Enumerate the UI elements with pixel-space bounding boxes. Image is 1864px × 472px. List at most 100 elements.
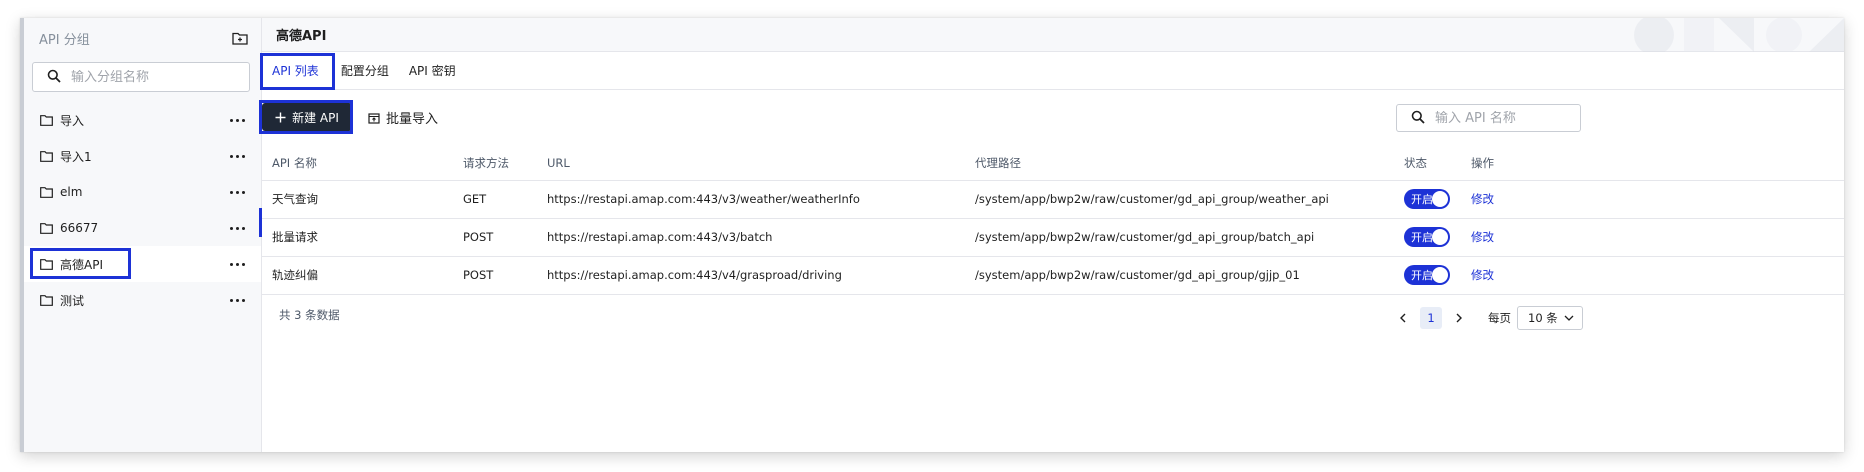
table-row: 批量请求 POST https://restapi.amap.com:443/v…: [262, 218, 1844, 257]
tab-label: 配置分组: [340, 63, 389, 78]
app-window: API 分组 导入 导入1 elm: [20, 18, 1844, 452]
group-label: elm: [60, 185, 83, 199]
page-number[interactable]: 1: [1420, 306, 1442, 329]
sidebar-title: API 分组: [39, 32, 90, 48]
batch-import-button[interactable]: 批量导入: [368, 108, 438, 127]
group-item[interactable]: 导入: [24, 102, 261, 138]
status-toggle[interactable]: 开启: [1404, 227, 1450, 247]
column-header: URL: [547, 146, 975, 181]
table-row: 轨迹纠偏 POST https://restapi.amap.com:443/v…: [262, 256, 1844, 295]
group-item[interactable]: 66677: [24, 210, 261, 246]
action-cell: 修改: [1471, 218, 1844, 257]
column-header: 请求方法: [463, 146, 547, 181]
tab-config-group[interactable]: 配置分组: [331, 52, 399, 90]
api-url: https://restapi.amap.com:443/v3/weather/…: [547, 180, 975, 219]
table-footer: 共 3 条数据 1 每页 10 条: [262, 295, 1844, 341]
search-icon: [47, 68, 61, 87]
edit-link[interactable]: 修改: [1471, 268, 1494, 282]
toggle-knob: [1432, 267, 1448, 283]
group-item-active[interactable]: 高德API: [24, 246, 261, 282]
column-header: 代理路径: [975, 146, 1404, 181]
folder-icon: [40, 186, 53, 198]
more-icon[interactable]: [230, 154, 245, 158]
total-count: 共 3 条数据: [279, 307, 340, 322]
api-search-field[interactable]: [1396, 104, 1581, 132]
group-item[interactable]: 测试: [24, 282, 261, 318]
column-header: API 名称: [262, 146, 463, 181]
main-panel: 高德API API 列表 配置分组 API 密钥 新建 API 批量导入 输入 …: [259, 18, 1844, 452]
group-label: 66677: [60, 221, 99, 235]
group-sidebar: API 分组 导入 导入1 elm: [24, 18, 262, 452]
api-table: API 名称 请求方法 URL 代理路径 状态 操作 天气查询 GET http…: [262, 146, 1844, 295]
api-url: https://restapi.amap.com:443/v4/grasproa…: [547, 256, 975, 295]
pagination: 1 每页 10 条: [1392, 305, 1583, 330]
page-header: 高德API: [262, 18, 1844, 52]
import-icon: [368, 112, 380, 124]
action-cell: 修改: [1471, 256, 1844, 295]
per-page-label: 每页: [1488, 310, 1511, 325]
folder-icon: [40, 114, 53, 126]
status-cell: 开启: [1404, 256, 1471, 295]
batch-import-label: 批量导入: [386, 112, 439, 127]
proxy-path: /system/app/bwp2w/raw/customer/gd_api_gr…: [975, 218, 1404, 257]
edit-link[interactable]: 修改: [1471, 230, 1494, 244]
tab-api-keys[interactable]: API 密钥: [399, 52, 466, 90]
chevron-right-icon[interactable]: [1448, 307, 1470, 329]
toggle-label: 开启: [1411, 231, 1433, 244]
group-item[interactable]: elm: [24, 174, 261, 210]
more-icon[interactable]: [230, 298, 245, 302]
status-toggle[interactable]: 开启: [1404, 265, 1450, 285]
api-name: 批量请求: [262, 218, 463, 257]
column-header: 状态: [1404, 146, 1471, 181]
per-page-value: 10 条: [1528, 310, 1558, 325]
folder-icon: [40, 222, 53, 234]
request-method: GET: [463, 180, 547, 219]
group-item[interactable]: 导入1: [24, 138, 261, 174]
selection-highlight: [260, 52, 335, 90]
page-title: 高德API: [276, 29, 327, 44]
tab-api-list[interactable]: API 列表: [260, 52, 335, 90]
table-header-row: API 名称 请求方法 URL 代理路径 状态 操作: [262, 146, 1844, 181]
toggle-knob: [1432, 191, 1448, 207]
request-method: POST: [463, 218, 547, 257]
group-search-input[interactable]: [71, 69, 221, 85]
column-header: 操作: [1471, 146, 1844, 181]
action-cell: 修改: [1471, 180, 1844, 219]
api-name: 轨迹纠偏: [262, 256, 463, 295]
edit-link[interactable]: 修改: [1471, 192, 1494, 206]
group-label: 测试: [60, 293, 85, 308]
per-page-select[interactable]: 10 条: [1517, 305, 1583, 330]
group-label: 导入1: [60, 149, 92, 164]
api-name: 天气查询: [262, 180, 463, 219]
more-icon[interactable]: [230, 190, 245, 194]
proxy-path: /system/app/bwp2w/raw/customer/gd_api_gr…: [975, 256, 1404, 295]
selection-highlight: [30, 248, 131, 279]
add-folder-icon[interactable]: [231, 30, 249, 46]
more-icon[interactable]: [230, 262, 245, 266]
tab-bar: API 列表 配置分组 API 密钥: [260, 52, 1844, 90]
group-search-field[interactable]: [32, 62, 250, 92]
decoration-pattern: [1634, 18, 1844, 52]
toggle-knob: [1432, 229, 1448, 245]
chevron-left-icon[interactable]: [1392, 307, 1414, 329]
chevron-down-icon: [1564, 315, 1574, 321]
tab-label: API 密钥: [408, 63, 456, 78]
api-url: https://restapi.amap.com:443/v3/batch: [547, 218, 975, 257]
toolbar: 新建 API 批量导入: [259, 90, 1844, 146]
status-cell: 开启: [1404, 218, 1471, 257]
request-method: POST: [463, 256, 547, 295]
folder-icon: [40, 294, 53, 306]
more-icon[interactable]: [230, 226, 245, 230]
api-search-input[interactable]: [1435, 110, 1575, 126]
status-cell: 开启: [1404, 180, 1471, 219]
more-icon[interactable]: [230, 118, 245, 122]
search-icon: [1411, 109, 1425, 128]
toggle-label: 开启: [1411, 269, 1433, 282]
proxy-path: /system/app/bwp2w/raw/customer/gd_api_gr…: [975, 180, 1404, 219]
new-api-button[interactable]: 新建 API: [259, 100, 353, 134]
selection-highlight: [259, 100, 353, 134]
status-toggle[interactable]: 开启: [1404, 189, 1450, 209]
table-row: 天气查询 GET https://restapi.amap.com:443/v3…: [262, 180, 1844, 219]
folder-icon: [40, 150, 53, 162]
group-list: 导入 导入1 elm 66677 高德API 测试: [24, 102, 261, 318]
